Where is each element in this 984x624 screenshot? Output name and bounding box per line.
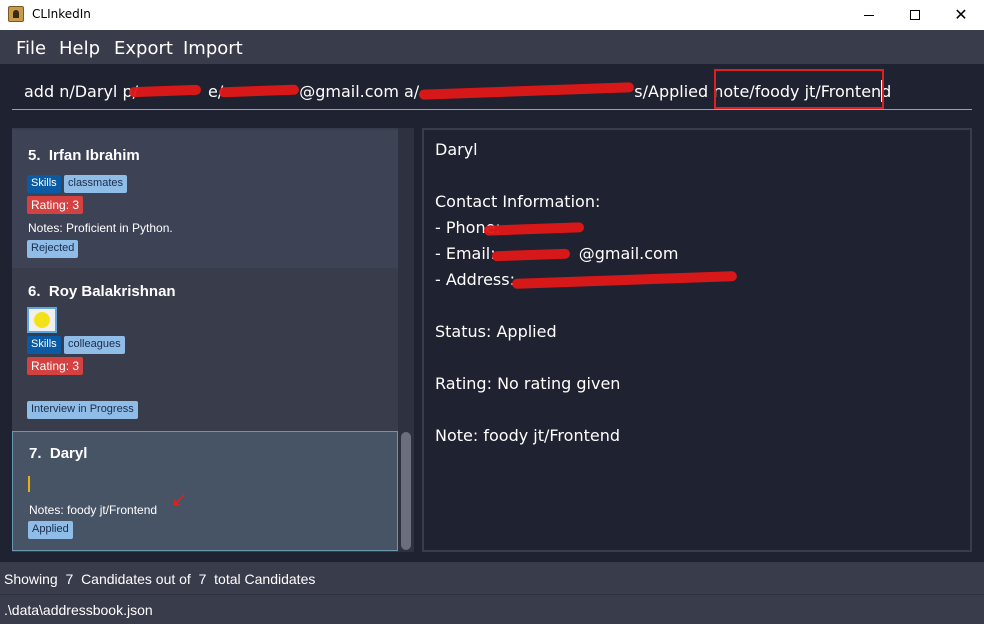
detail-note: Note: foody jt/Frontend [435, 426, 620, 445]
detail-contact-heading: Contact Information: [435, 192, 601, 211]
candidate-name: 6. Roy Balakrishnan [28, 283, 176, 300]
status-badge: Rejected [27, 240, 79, 258]
rating-badge: Rating: 3 [27, 196, 84, 214]
candidate-card-6[interactable]: 6. Roy Balakrishnan Skills colleagues Ra… [12, 270, 398, 428]
profile-avatar-icon [27, 307, 57, 333]
menu-bar: File Help Export Import [0, 30, 984, 64]
menu-help[interactable]: Help [59, 38, 100, 59]
tag-classmates: classmates [64, 175, 128, 193]
menu-import[interactable]: Import [183, 38, 243, 59]
command-text-email-suffix: @gmail.com a/ [299, 82, 420, 101]
detail-name: Daryl [435, 140, 478, 159]
maximize-button[interactable] [892, 0, 938, 30]
tag-skills: Skills [27, 336, 61, 354]
close-button[interactable]: ✕ [938, 0, 984, 30]
candidate-name: 7. Daryl [29, 445, 88, 462]
maximize-icon [910, 10, 920, 20]
tag-skills: Skills [27, 175, 61, 193]
text-caret [881, 80, 882, 102]
candidate-card-7[interactable]: 7. Daryl Notes: foody jt/Frontend Applie… [12, 431, 398, 551]
candidate-name: 5. Irfan Ibrahim [28, 147, 140, 164]
menu-file[interactable]: File [16, 38, 46, 59]
detail-address: - Address: [435, 270, 515, 289]
tag-colleagues: colleagues [64, 336, 125, 354]
detail-status: Status: Applied [435, 322, 557, 341]
shown-count: 7 [65, 571, 74, 587]
candidate-card-5[interactable]: 5. Irfan Ibrahim Skills classmates Ratin… [12, 130, 398, 268]
menu-export[interactable]: Export [114, 38, 173, 59]
status-badge: Interview in Progress [27, 401, 138, 419]
annotation-highlight-box [714, 69, 884, 109]
file-path-bar: .\data\addressbook.json [0, 594, 984, 624]
annotation-arrow-icon: ↙ [171, 489, 188, 511]
candidate-notes: Notes: Proficient in Python. [28, 221, 173, 235]
minimize-button[interactable] [846, 0, 892, 30]
app-icon [8, 6, 24, 22]
title-bar: CLInkedIn ✕ [0, 0, 984, 30]
command-text-status: s/Applied [629, 82, 714, 101]
candidate-notes: Notes: foody jt/Frontend [29, 503, 158, 517]
minimize-icon [864, 14, 874, 16]
total-count: 7 [198, 571, 207, 587]
detail-rating: Rating: No rating given [435, 374, 621, 393]
command-text-name: add n/Daryl p/ [24, 82, 138, 101]
rating-badge: Rating: 3 [27, 357, 84, 375]
list-scrollbar-thumb[interactable] [401, 432, 411, 550]
window-title: CLInkedIn [32, 7, 91, 21]
status-bar: Showing 7 Candidates out of 7 total Cand… [0, 562, 984, 594]
status-badge: Applied [28, 521, 73, 539]
empty-tag-marker [28, 476, 30, 492]
